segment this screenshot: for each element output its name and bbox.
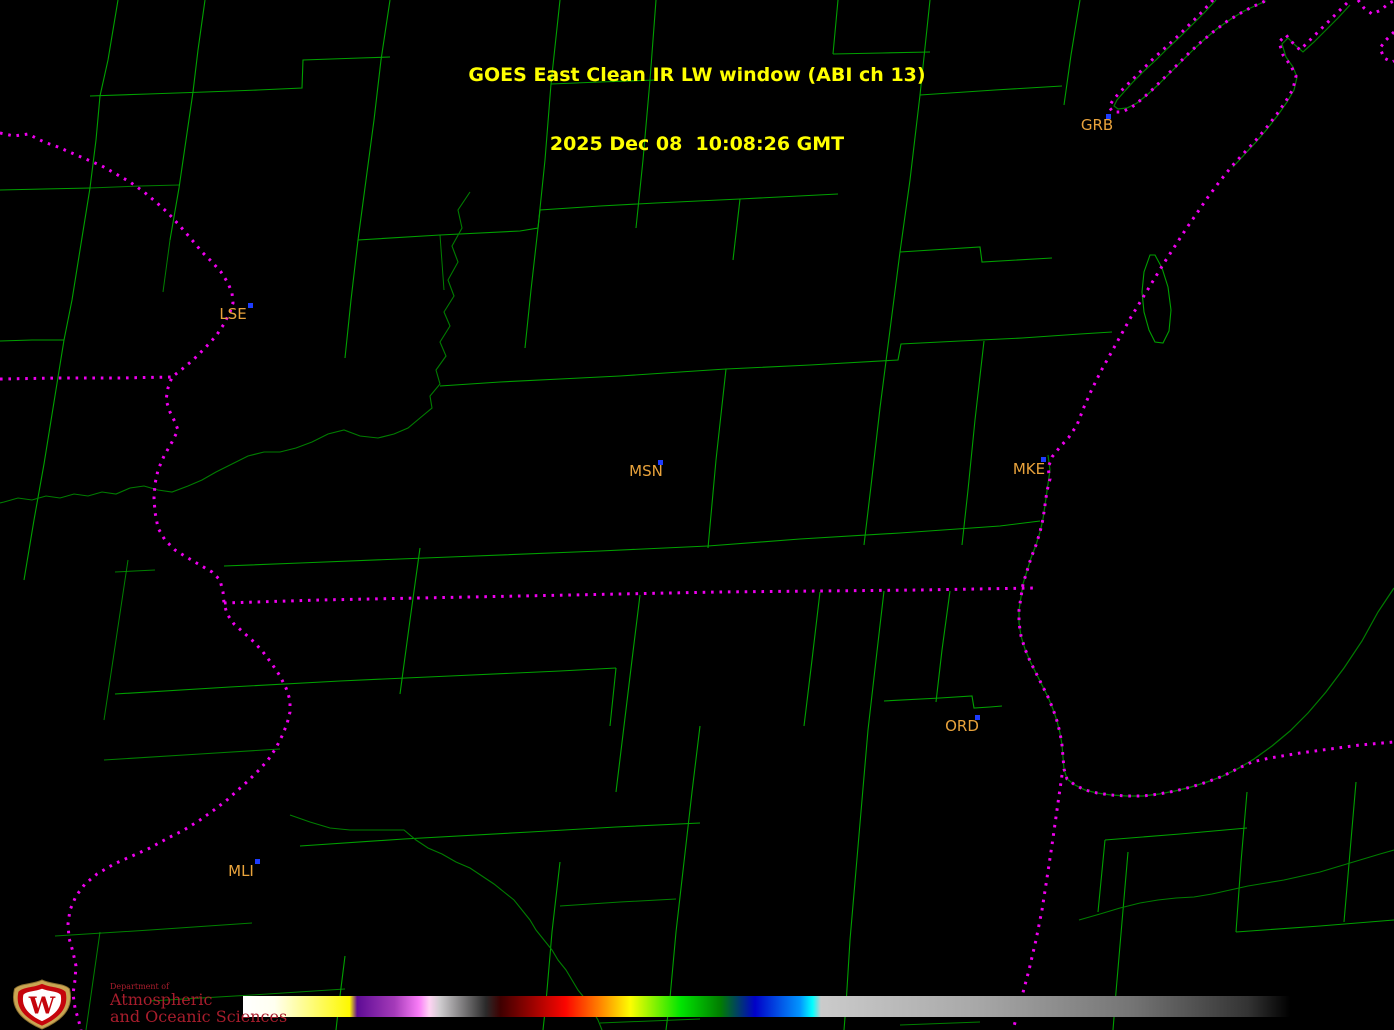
ir-color-scale-bar bbox=[243, 996, 1290, 1017]
uw-crest-icon: W bbox=[13, 979, 71, 1030]
title-block: GOES East Clean IR LW window (ABI ch 13)… bbox=[0, 18, 1394, 202]
mississippi-river-border bbox=[0, 131, 292, 1030]
logo-text: Department of Atmospheric and Oceanic Sc… bbox=[110, 979, 287, 1025]
il-in-border bbox=[1011, 774, 1064, 1030]
corner-shore-border bbox=[1356, 0, 1394, 16]
satellite-map-viewer: GOES East Clean IR LW window (ABI ch 13)… bbox=[0, 0, 1394, 1030]
station-label-grb: GRB bbox=[1080, 116, 1114, 134]
station-label-msn: MSN bbox=[629, 462, 663, 480]
uw-aos-logo: W Department of Atmospheric and Oceanic … bbox=[6, 979, 287, 1030]
map-title: GOES East Clean IR LW window (ABI ch 13) bbox=[468, 64, 926, 86]
station-label-mke: MKE bbox=[1012, 460, 1046, 478]
station-label-lse: LSE bbox=[219, 305, 247, 323]
wisconsin-river bbox=[0, 191, 471, 504]
map-timestamp: 2025 Dec 08 10:08:26 GMT bbox=[549, 133, 845, 155]
station-label-mli: MLI bbox=[228, 862, 254, 880]
logo-name-line1: Atmospheric bbox=[110, 990, 213, 1009]
mn-ia-border bbox=[0, 375, 173, 381]
station-label-ord: ORD bbox=[945, 717, 979, 735]
wi-il-border bbox=[223, 586, 1035, 605]
logo-name-line2: and Oceanic Sciences bbox=[110, 1007, 288, 1026]
crest-letter: W bbox=[28, 991, 56, 1019]
lake-michigan-coast bbox=[1018, 454, 1394, 797]
